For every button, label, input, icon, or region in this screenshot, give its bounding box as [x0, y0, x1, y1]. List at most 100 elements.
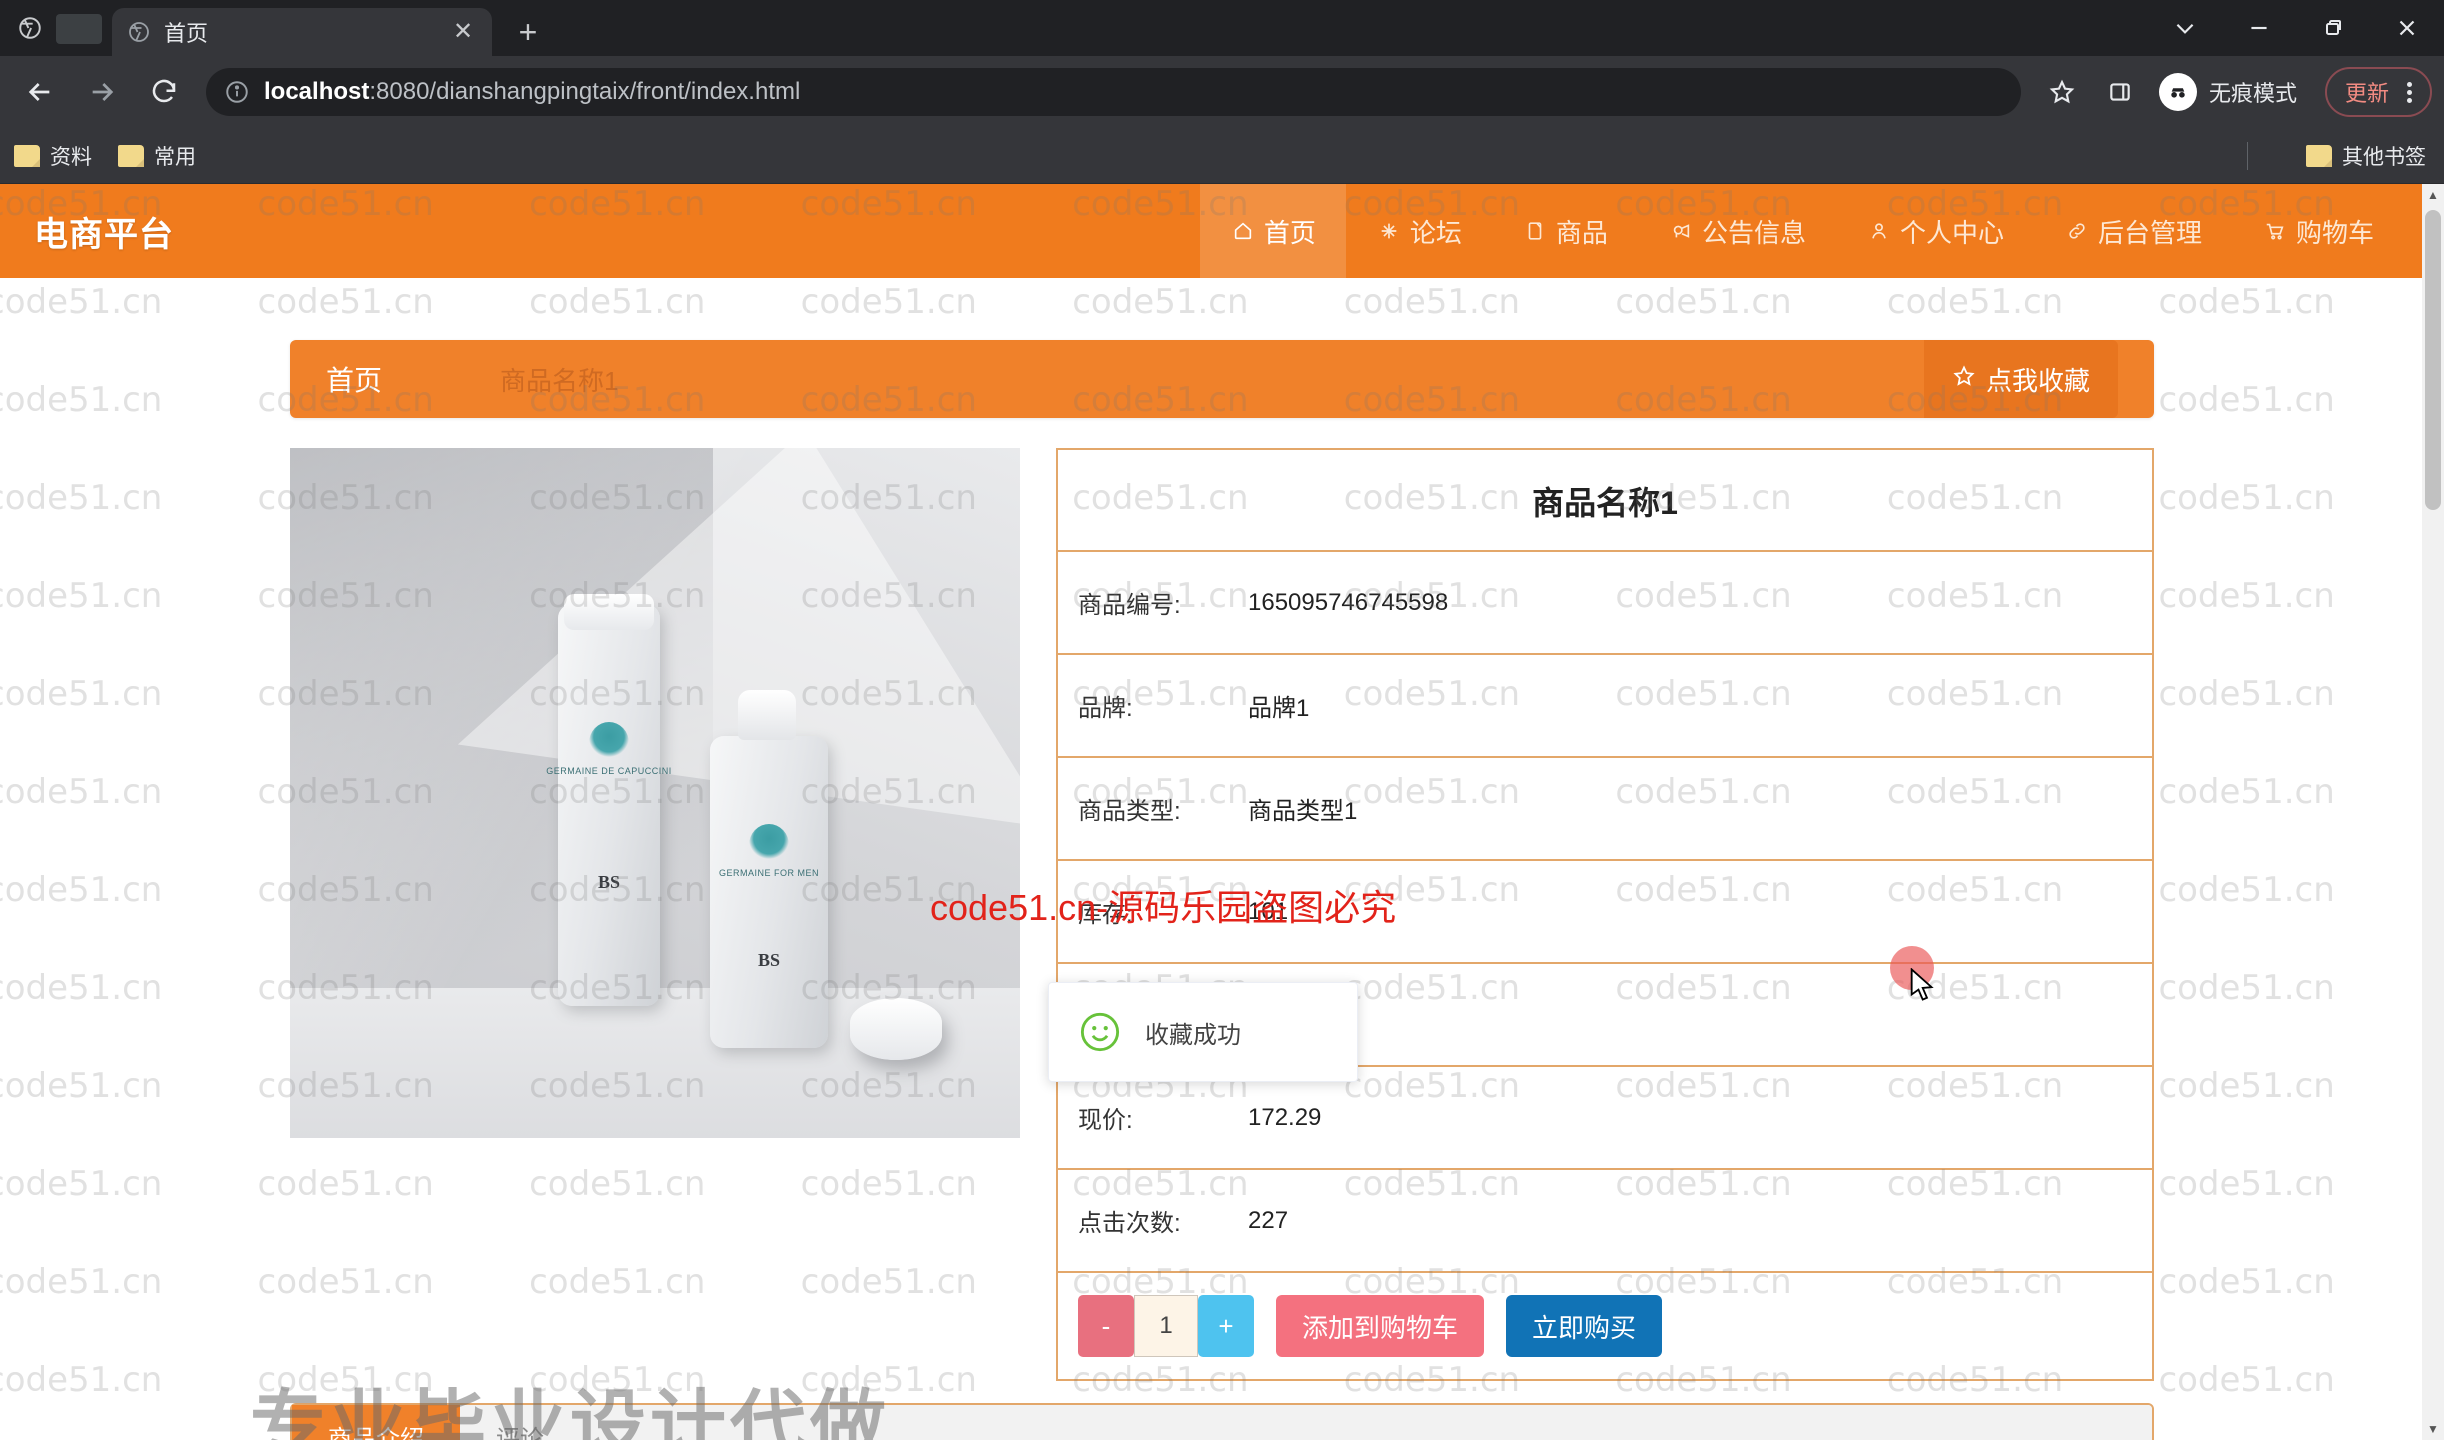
nav-label: 后台管理	[2097, 217, 2202, 248]
address-bar[interactable]: localhost:8080/dianshangpingtaix/front/i…	[206, 68, 2021, 116]
nav-item-forum[interactable]: 论坛	[1346, 184, 1492, 278]
table-row: 商品类型: 商品类型1	[1058, 756, 2152, 859]
other-bookmarks-label: 其他书签	[2342, 145, 2426, 169]
home-icon	[1230, 220, 1256, 242]
product-image[interactable]: GERMAINE DE CAPUCCINI BS GERMAINE FOR ME…	[290, 448, 1020, 1138]
row-value: 商品类型1	[1248, 798, 1358, 825]
favorite-label: 点我收藏	[1985, 365, 2090, 396]
tab-title: 首页	[164, 21, 209, 46]
incognito-label: 无痕模式	[2208, 81, 2297, 106]
breadcrumb: 首页 商品名称1 点我收藏	[290, 340, 2154, 418]
window-controls	[2148, 0, 2444, 56]
nav-label: 个人中心	[1899, 217, 2004, 248]
site-brand[interactable]: 电商平台	[34, 207, 174, 256]
new-tab-button[interactable]: +	[504, 8, 552, 56]
tab-search-button[interactable]	[56, 14, 102, 44]
mouse-cursor-icon	[1908, 967, 1938, 1007]
folder-icon	[14, 144, 40, 167]
nav-item-notice[interactable]: 公告信息	[1638, 184, 1836, 278]
update-label: 更新	[2344, 81, 2389, 106]
row-label: 库存:	[1078, 901, 1133, 928]
page-scrollbar[interactable]: ▲ ▼	[2422, 184, 2444, 1440]
omnibox-bar: localhost:8080/dianshangpingtaix/front/i…	[0, 56, 2444, 128]
row-label: 商品编号:	[1078, 592, 1181, 619]
row-value: 165095746745598	[1248, 588, 1449, 616]
quantity-input[interactable]: 1	[1134, 1295, 1198, 1357]
scroll-down-arrow[interactable]: ▼	[2422, 1418, 2444, 1440]
quantity-increase-button[interactable]: +	[1198, 1295, 1254, 1357]
star-icon	[1952, 364, 1976, 395]
kebab-menu-icon[interactable]	[2399, 81, 2420, 103]
buy-now-button[interactable]: 立即购买	[1506, 1295, 1663, 1357]
table-row: 品牌: 品牌1	[1058, 653, 2152, 756]
breadcrumb-home[interactable]: 首页	[326, 359, 382, 399]
bookmark-item[interactable]: 资料	[14, 141, 92, 171]
tab-comments[interactable]: 评论	[460, 1405, 580, 1440]
nav-label: 首页	[1263, 217, 1316, 248]
bookmark-star-icon[interactable]	[2037, 67, 2087, 117]
nav-item-cart[interactable]: 购物车	[2232, 184, 2404, 278]
product-actions: - 1 + 添加到购物车 立即购买	[1058, 1271, 2152, 1379]
close-window-icon[interactable]	[2370, 0, 2444, 56]
reload-button[interactable]	[136, 64, 192, 120]
cart-icon	[2262, 220, 2288, 242]
tab-strip: 首页 ✕ +	[0, 0, 2444, 56]
side-panel-icon[interactable]	[2095, 67, 2145, 117]
bookmark-label: 常用	[154, 145, 196, 169]
product-detail: GERMAINE DE CAPUCCINI BS GERMAINE FOR ME…	[290, 448, 2154, 1381]
nav-label: 公告信息	[1701, 217, 1806, 248]
favorite-button[interactable]: 点我收藏	[1923, 340, 2118, 418]
row-label: 点击次数:	[1078, 1210, 1181, 1237]
url-text: localhost:8080/dianshangpingtaix/front/i…	[264, 78, 800, 106]
update-button[interactable]: 更新	[2324, 67, 2432, 117]
nav-label: 论坛	[1409, 217, 1462, 248]
bookmark-item[interactable]: 常用	[118, 141, 196, 171]
nav-item-home[interactable]: 首页	[1199, 184, 1346, 278]
bottle-tall: GERMAINE DE CAPUCCINI BS	[546, 594, 671, 1006]
bookmarks-bar: 资料 常用 其他书签	[0, 128, 2444, 184]
page-viewport: code51.cn code51.cn code51.cn code51.cn code…	[0, 184, 2444, 1440]
quantity-decrease-button[interactable]: -	[1078, 1295, 1134, 1357]
link-icon	[2064, 220, 2090, 242]
folder-icon	[118, 144, 144, 167]
browser-window: 首页 ✕ + localhost:8080/dianshangpingtaix/…	[0, 0, 2444, 1440]
product-info-table: 商品名称1 商品编号: 165095746745598 品牌: 品牌1 商品类型…	[1056, 448, 2154, 1381]
row-label: 现价:	[1078, 1107, 1133, 1134]
incognito-indicator[interactable]: 无痕模式	[2153, 67, 2311, 117]
goods-icon	[1522, 220, 1548, 242]
table-row: 库存: 101	[1058, 859, 2152, 962]
tabs-header: 商品介绍 评论	[292, 1405, 2152, 1440]
nav-label: 购物车	[2295, 217, 2374, 248]
nav-item-admin[interactable]: 后台管理	[2034, 184, 2232, 278]
tab-description[interactable]: 商品介绍	[292, 1405, 460, 1440]
site-header: 电商平台 首页 论坛 商品 公告信息 个人中心 后台管理 购物车	[0, 184, 2444, 278]
bookmarks-divider	[2247, 141, 2248, 170]
smiley-face-icon	[1077, 1009, 1123, 1055]
add-to-cart-button[interactable]: 添加到购物车	[1276, 1295, 1485, 1357]
row-value: 品牌1	[1248, 695, 1310, 722]
chevron-down-icon[interactable]	[2148, 0, 2222, 56]
incognito-icon	[2158, 73, 2197, 111]
row-value: 101	[1248, 897, 1289, 925]
quantity-stepper[interactable]: - 1 +	[1078, 1295, 1254, 1357]
minimize-icon[interactable]	[2222, 0, 2296, 56]
tab-close-icon[interactable]: ✕	[448, 17, 478, 47]
nav-item-goods[interactable]: 商品	[1492, 184, 1638, 278]
scrollbar-thumb[interactable]	[2425, 210, 2441, 510]
scroll-up-arrow[interactable]: ▲	[2422, 184, 2444, 206]
forward-button[interactable]	[74, 64, 130, 120]
folder-icon	[2306, 144, 2332, 167]
toast-notification: 收藏成功	[1048, 982, 1358, 1082]
nav-item-profile[interactable]: 个人中心	[1836, 184, 2034, 278]
product-title: 商品名称1	[1532, 485, 1678, 521]
maximize-icon[interactable]	[2296, 0, 2370, 56]
bottle-short: GERMAINE FOR MEN BS	[710, 690, 828, 1048]
bookmark-label: 资料	[50, 145, 92, 169]
product-photo: GERMAINE DE CAPUCCINI BS GERMAINE FOR ME…	[290, 448, 1020, 1138]
back-button[interactable]	[12, 64, 68, 120]
bottle-lid	[850, 998, 942, 1060]
other-bookmarks-button[interactable]: 其他书签	[2306, 141, 2426, 171]
omnibox-actions: 无痕模式 更新	[2027, 67, 2432, 117]
browser-tab[interactable]: 首页 ✕	[112, 8, 492, 56]
site-info-icon[interactable]	[224, 79, 250, 105]
